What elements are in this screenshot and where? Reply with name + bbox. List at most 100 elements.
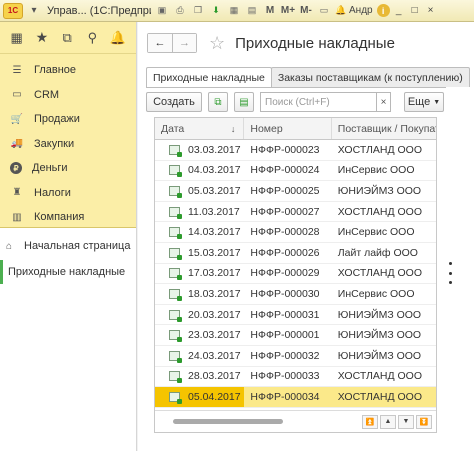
close-button[interactable]: × — [424, 4, 438, 18]
notifications-icon[interactable]: 🔔 — [110, 30, 126, 46]
scroll-down-icon[interactable]: ▼ — [398, 414, 414, 429]
maximize-button[interactable]: □ — [408, 4, 422, 18]
filter-list-icon[interactable]: ▤ — [234, 92, 254, 112]
info-icon[interactable]: i — [376, 4, 390, 17]
sort-desc-icon: ↓ — [230, 123, 236, 134]
cell-supplier: ИнСервис ООО — [337, 226, 415, 239]
section-menu: ☰ Главное ▭ CRM 🛒 Продажи 🚚 Закупки ₽ Де… — [0, 54, 136, 230]
back-button[interactable]: ← — [148, 34, 172, 52]
nav-item-home[interactable]: ⌂ Начальная страница — [0, 234, 136, 258]
scroll-top-icon[interactable]: ⏫ — [362, 414, 378, 429]
clear-search-icon[interactable]: × — [377, 92, 391, 112]
cell-number: НФФР-000033 — [250, 370, 320, 383]
sidebar: ▦ ★ ⧉ ⚲ 🔔 ☰ Главное ▭ CRM 🛒 Продажи 🚚 За… — [0, 22, 137, 451]
table-row[interactable]: 28.03.2017 НФФР-000033 ХОСТЛАНД ООО — [155, 367, 436, 388]
date-value: 20.03.2017 — [188, 308, 241, 321]
table-row[interactable]: 23.03.2017 НФФР-000001 ЮНИЭЙМЗ ООО — [155, 325, 436, 346]
cell-date: 20.03.2017 — [155, 305, 244, 325]
table-row[interactable]: 24.03.2017 НФФР-000032 ЮНИЭЙМЗ ООО — [155, 346, 436, 367]
table-row[interactable]: 15.03.2017 НФФР-000026 Лайт лайф ООО — [155, 243, 436, 264]
money-icon: ₽ — [10, 162, 22, 175]
add-favorite-icon[interactable]: ☆ — [209, 33, 225, 54]
date-value: 04.03.2017 — [188, 164, 241, 177]
date-value: 17.03.2017 — [188, 267, 241, 280]
calendar-icon[interactable]: ▦ — [227, 4, 241, 18]
window-icon[interactable]: ▭ — [317, 4, 331, 18]
posted-document-icon — [169, 247, 182, 260]
cell-supplier: ИнСервис ООО — [337, 164, 415, 177]
cell-date: 05.04.2017 — [155, 387, 245, 407]
scroll-up-icon[interactable]: ▲ — [380, 414, 396, 429]
sidebar-item-sales[interactable]: 🛒 Продажи — [0, 107, 136, 132]
table-body: 03.03.2017 НФФР-000023 ХОСТЛАНД ООО 04.03.2… — [155, 140, 436, 411]
table-row[interactable]: 05.04.2017 НФФР-000034 ХОСТЛАНД ООО — [155, 387, 436, 408]
main-menu-icon[interactable]: ▾ — [27, 4, 41, 18]
sections-panel: ▦ ★ ⧉ ⚲ 🔔 ☰ Главное ▭ CRM 🛒 Продажи 🚚 За… — [0, 22, 136, 228]
table-row[interactable]: 20.03.2017 НФФР-000031 ЮНИЭЙМЗ ООО — [155, 305, 436, 326]
table-row[interactable]: 03.03.2017 НФФР-000023 ХОСТЛАНД ООО — [155, 140, 436, 161]
table-row[interactable]: 11.03.2017 НФФР-000027 ХОСТЛАНД ООО — [155, 202, 436, 223]
sidebar-item-label: Закупки — [34, 137, 75, 150]
scroll-bottom-icon[interactable]: ⏬ — [416, 414, 432, 429]
sidebar-item-taxes[interactable]: ♜ Налоги — [0, 181, 136, 206]
column-header-supplier[interactable]: Поставщик / Покупатель — [332, 118, 436, 139]
sidebar-item-label: Деньги — [32, 162, 68, 175]
menu-icon: ☰ — [12, 64, 22, 76]
table-row[interactable]: 14.03.2017 НФФР-000028 ИнСервис ООО — [155, 222, 436, 243]
minimize-button[interactable]: _ — [392, 4, 406, 18]
cell-number: НФФР-000026 — [250, 246, 320, 259]
cell-number: НФФР-000032 — [250, 349, 320, 362]
memory-button[interactable]: M — [263, 4, 277, 18]
memory-plus-button[interactable]: M+ — [281, 4, 295, 18]
cell-number: НФФР-000023 — [250, 143, 320, 156]
tab-receipts[interactable]: Приходные накладные — [146, 67, 272, 88]
print-icon[interactable]: ⎙ — [173, 4, 187, 18]
posted-document-icon — [169, 268, 182, 281]
sidebar-item-main[interactable]: ☰ Главное — [0, 58, 136, 83]
cell-supplier: ЮНИЭЙМЗ ООО — [337, 184, 422, 197]
user-menu[interactable]: 🔔 Андр — [335, 5, 372, 17]
more-actions-icon[interactable] — [446, 262, 454, 284]
sidebar-item-company[interactable]: ▥ Компания — [0, 205, 136, 230]
table-row[interactable]: 18.03.2017 НФФР-000030 ИнСервис ООО — [155, 284, 436, 305]
sidebar-item-crm[interactable]: ▭ CRM — [0, 83, 136, 108]
open-windows: ⌂ Начальная страница Приходные накладные — [0, 228, 136, 284]
cell-number: НФФР-000001 — [250, 329, 320, 342]
calculator-icon[interactable]: ▤ — [245, 4, 259, 18]
documents-table: Дата ↓ Номер Поставщик / Покупатель 03.0… — [154, 117, 437, 433]
grid-menu-icon[interactable]: ▦ — [9, 30, 24, 46]
cell-supplier: ХОСТЛАНД ООО — [337, 370, 423, 383]
search-input[interactable]: Поиск (Ctrl+F) — [260, 92, 377, 112]
cell-date: 04.03.2017 — [155, 161, 244, 181]
search-icon[interactable]: ⚲ — [85, 30, 100, 46]
form-header: ← → ☆ Приходные накладные — [138, 22, 474, 64]
posted-document-icon — [169, 206, 182, 219]
table-row[interactable]: 04.03.2017 НФФР-000024 ИнСервис ООО — [155, 161, 436, 182]
tab-supplier-orders[interactable]: Заказы поставщикам (к поступлению) — [270, 67, 470, 87]
memory-minus-button[interactable]: M- — [299, 4, 313, 18]
forward-button[interactable]: → — [172, 34, 196, 52]
cell-date: 11.03.2017 — [155, 202, 244, 222]
save-icon[interactable]: ▣ — [155, 4, 169, 18]
copy-document-icon[interactable]: ⧉ — [208, 92, 228, 112]
column-header-date[interactable]: Дата ↓ — [155, 118, 245, 139]
sidebar-item-money[interactable]: ₽ Деньги — [0, 156, 136, 181]
horizontal-scrollbar[interactable] — [173, 419, 283, 424]
copy-icon[interactable]: ❐ — [191, 4, 205, 18]
more-button[interactable]: Еще ▼ — [404, 92, 444, 112]
chevron-down-icon: ▼ — [433, 98, 441, 106]
purchases-icon: 🚚 — [10, 138, 24, 150]
create-button[interactable]: Создать — [146, 92, 202, 112]
posted-document-icon — [169, 391, 182, 404]
table-row[interactable]: 05.03.2017 НФФР-000025 ЮНИЭЙМЗ ООО — [155, 181, 436, 202]
favorites-icon[interactable]: ★ — [34, 29, 49, 46]
date-value: 15.03.2017 — [188, 246, 241, 259]
column-header-number[interactable]: Номер — [244, 118, 332, 139]
nav-item-receipts[interactable]: Приходные накладные — [0, 260, 136, 284]
cell-supplier: ЮНИЭЙМЗ ООО — [337, 349, 422, 362]
sidebar-item-purchases[interactable]: 🚚 Закупки — [0, 132, 136, 157]
history-icon[interactable]: ⧉ — [60, 30, 75, 46]
download-icon[interactable]: ⬇ — [209, 4, 223, 18]
cell-date: 05.03.2017 — [155, 181, 244, 201]
table-row[interactable]: 17.03.2017 НФФР-000029 ХОСТЛАНД ООО — [155, 264, 436, 285]
